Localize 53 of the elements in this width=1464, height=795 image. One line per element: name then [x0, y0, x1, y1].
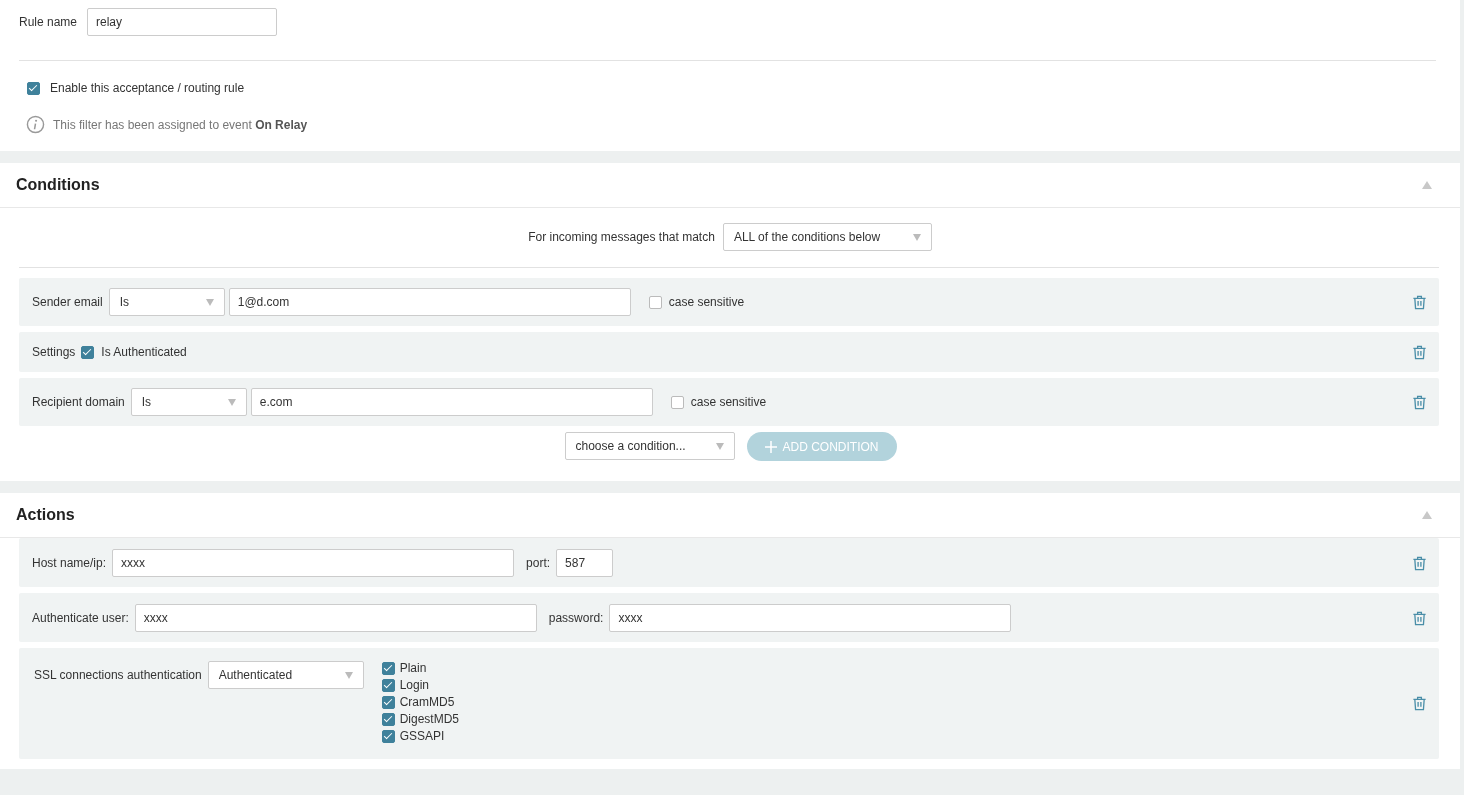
collapse-icon[interactable] [1422, 181, 1432, 189]
option-checkbox[interactable] [670, 395, 684, 409]
delete-icon[interactable] [1412, 394, 1427, 410]
condition-label: Settings [32, 345, 76, 359]
info-icon [26, 115, 45, 134]
input-field[interactable]: xxxx [134, 604, 537, 632]
mechanism-label: Login [399, 678, 430, 692]
enable-checkbox[interactable] [27, 81, 40, 95]
field-label: Authenticate user: [32, 611, 129, 625]
field-label: Host name/ip: [32, 556, 107, 570]
ssl-label: SSL connections authentication [34, 668, 202, 682]
field-label: port: [526, 556, 551, 570]
mechanism-label: GSSAPI [399, 729, 445, 743]
match-select[interactable]: ALL of the conditions below [722, 223, 932, 251]
collapse-icon[interactable] [1422, 511, 1432, 519]
match-label: For incoming messages that match [528, 230, 715, 244]
mechanism-checkbox[interactable] [381, 712, 395, 726]
delete-icon[interactable] [1412, 696, 1427, 711]
condition-value-field[interactable]: 1@d.com [228, 288, 631, 316]
mechanism-label: Plain [399, 661, 427, 675]
delete-icon[interactable] [1412, 610, 1427, 626]
condition-label: Recipient domain [32, 395, 125, 409]
operator-select[interactable]: Is [108, 288, 225, 316]
option-label: Is Authenticated [101, 345, 187, 359]
enable-label: Enable this acceptance / routing rule [50, 81, 245, 95]
condition-select[interactable]: choose a condition... [564, 432, 735, 460]
condition-label: Sender email [32, 295, 103, 309]
mechanism-checkbox[interactable] [381, 678, 395, 692]
option-checkbox[interactable] [648, 295, 662, 309]
mechanism-checkbox[interactable] [381, 695, 395, 709]
delete-icon[interactable] [1412, 294, 1427, 310]
option-checkbox[interactable] [81, 345, 95, 359]
info-text: This filter has been assigned to event On Relay [53, 117, 308, 132]
plus-icon [764, 440, 777, 453]
actions-heading: Actions [16, 506, 75, 524]
condition-value-field[interactable]: e.com [250, 388, 653, 416]
option-label: case sensitive [690, 395, 767, 409]
mechanism-label: DigestMD5 [399, 712, 460, 726]
input-field[interactable]: 587 [556, 549, 614, 577]
mechanism-checkbox[interactable] [381, 729, 395, 743]
mechanism-label: CramMD5 [399, 695, 455, 709]
operator-select[interactable]: Is [130, 388, 247, 416]
option-label: case sensitive [668, 295, 745, 309]
rule-name-label: Rule name [19, 15, 78, 29]
delete-icon[interactable] [1412, 344, 1427, 360]
input-field[interactable]: xxxx [609, 604, 1012, 632]
rule-name-field[interactable]: relay [87, 8, 278, 36]
conditions-heading: Conditions [16, 176, 100, 194]
delete-icon[interactable] [1412, 555, 1427, 571]
ssl-select[interactable]: Authenticated [207, 661, 364, 689]
field-label: password: [548, 611, 604, 625]
mechanism-checkbox[interactable] [381, 661, 395, 675]
input-field[interactable]: xxxx [112, 549, 515, 577]
